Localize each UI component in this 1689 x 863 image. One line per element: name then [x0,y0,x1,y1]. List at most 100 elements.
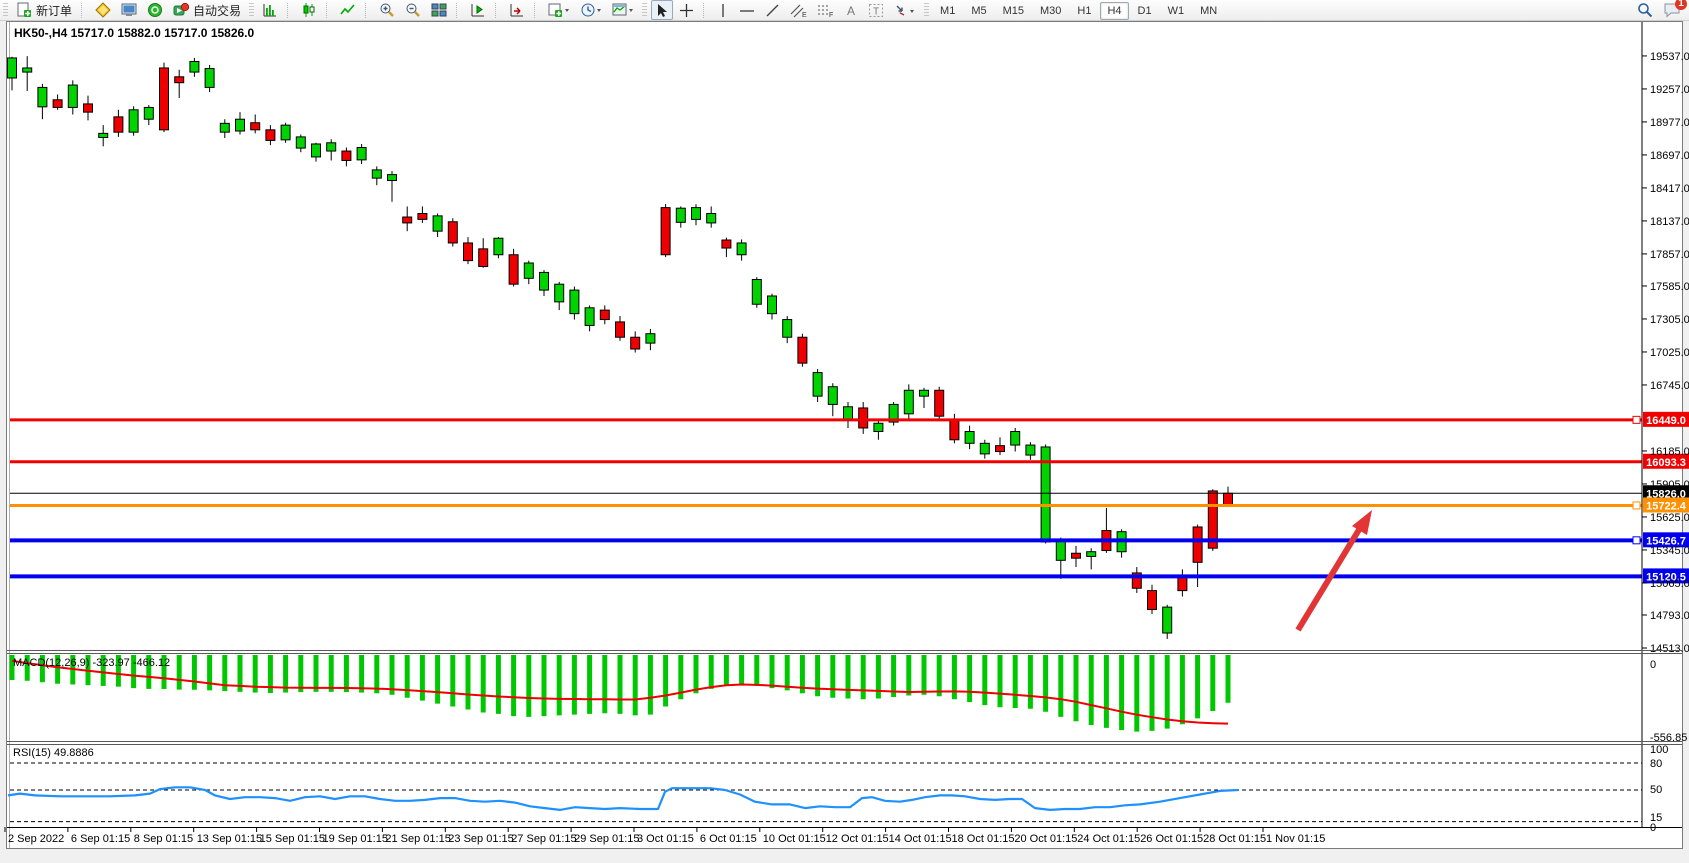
timeframe-button-h1[interactable]: H1 [1070,2,1098,20]
line-drag-handle[interactable] [1633,502,1640,509]
text-label-icon: T [868,3,884,18]
time-tick-label: 21 Sep 01:15 [385,833,450,845]
clock-icon [580,2,602,18]
metaeditor-button[interactable] [91,0,115,20]
new-order-icon [16,2,32,18]
data-window-button[interactable] [466,0,490,20]
separator [703,3,708,18]
candlestick [950,420,959,440]
indicators-button[interactable] [544,0,574,20]
timeframe-button-mn[interactable]: MN [1193,2,1224,20]
tile-windows-button[interactable] [427,0,451,20]
candlestick [38,87,47,106]
line-drag-handle[interactable] [1633,537,1640,544]
toolbar-grip [3,3,8,17]
candlestick [1178,576,1187,590]
periods-button[interactable] [576,0,606,20]
candlestick [342,151,351,160]
price-tick-label: 17585.0 [1650,281,1689,293]
arrows-icon [894,3,916,18]
candlestick [281,125,290,140]
candlestick [676,208,685,222]
monitor-icon [121,2,137,18]
price-tick-label: 17025.0 [1650,347,1689,359]
candlestick [53,100,62,108]
channel-tool-button[interactable]: E [786,0,811,20]
vertical-line-icon [717,3,729,18]
candlestick [1072,553,1081,558]
green-orb-icon [147,2,163,18]
candlestick [251,123,260,130]
timeframe-button-h4[interactable]: H4 [1100,2,1128,20]
trendline-tool-button[interactable] [761,0,784,20]
candlestick-mode-button[interactable] [297,0,321,20]
cursor-tool-button[interactable] [651,0,673,20]
crosshair-tool-button[interactable] [675,0,698,20]
price-line-label: 16449.0 [1646,415,1686,427]
timeframe-button-m30[interactable]: M30 [1033,2,1068,20]
candlestick [236,119,245,131]
notifications-button[interactable]: 1 [1663,2,1681,18]
timeframe-group: M1M5M15M30H1H4D1W1MN [932,3,1225,17]
candlestick [296,137,305,148]
price-tick-label: 14793.0 [1650,610,1689,622]
candlestick [372,170,381,178]
time-tick-label: 6 Oct 01:15 [700,833,757,845]
timeframe-button-w1[interactable]: W1 [1161,2,1192,20]
new-order-label: 新订单 [36,2,72,19]
search-icon[interactable] [1637,2,1653,18]
toolbar: 新订单 自动交易 [0,0,1689,21]
candlestick [190,61,199,72]
auto-scroll-button[interactable] [505,0,529,20]
market-watch-button[interactable] [117,0,141,20]
time-tick-label: 10 Oct 01:15 [763,833,826,845]
price-tick-label: 19537.0 [1650,51,1689,63]
timeframe-button-m5[interactable]: M5 [964,2,993,20]
zoom-in-button[interactable] [375,0,399,20]
price-tick-label: 15905.0 [1650,479,1689,491]
trendline-icon [765,3,780,18]
candlestick [205,69,214,88]
candlestick [403,217,412,223]
price-tick-label: 15625.0 [1650,512,1689,524]
svg-text:F: F [829,12,833,18]
timeframe-button-m1[interactable]: M1 [933,2,962,20]
auto-trading-button[interactable]: 自动交易 [169,0,245,20]
notification-badge: 1 [1675,0,1687,10]
chart-window[interactable]: 16449.016093.315826.015722.415426.715120… [0,20,1689,863]
time-tick-label: 26 Oct 01:15 [1140,833,1203,845]
bar-chart-mode-button[interactable] [258,0,282,20]
timeframe-button-d1[interactable]: D1 [1131,2,1159,20]
timeframe-button-m15[interactable]: M15 [996,2,1031,20]
macd-label: MACD(12,26,9) -323.97 -466.12 [13,657,170,669]
toolbar-right: 1 [1637,2,1681,18]
price-chart-canvas[interactable]: 16449.016093.315826.015722.415426.715120… [0,20,1689,858]
candlestick [996,446,1005,452]
templates-button[interactable] [608,0,638,20]
time-tick-label: 13 Sep 01:15 [197,833,262,845]
line-drag-handle[interactable] [1633,416,1640,423]
horizontal-line-tool-button[interactable] [735,0,759,20]
text-label-tool-button[interactable]: T [864,0,888,20]
template-icon [612,2,634,18]
fibonacci-icon: F [817,3,834,18]
fibonacci-tool-button[interactable]: F [813,0,838,20]
signals-button[interactable] [143,0,167,20]
zoom-out-button[interactable] [401,0,425,20]
candlestick [1148,591,1157,610]
candlestick [266,130,275,141]
candlestick [920,390,929,396]
text-tool-button[interactable]: A [840,0,862,20]
new-order-button[interactable]: 新订单 [12,0,76,20]
line-chart-mode-button[interactable] [336,0,360,20]
candlestick [388,175,397,181]
chart-title-ohlc: HK50-,H4 15717.0 15882.0 15717.0 15826.0 [14,26,255,40]
separator [326,3,331,18]
candlestick [570,290,579,314]
chart-autoscroll-icon [509,2,525,18]
candlestick [1087,552,1096,557]
arrows-tool-button[interactable] [890,0,920,20]
vertical-line-tool-button[interactable] [713,0,733,20]
candlestick [828,387,837,405]
candlestick [904,390,913,414]
